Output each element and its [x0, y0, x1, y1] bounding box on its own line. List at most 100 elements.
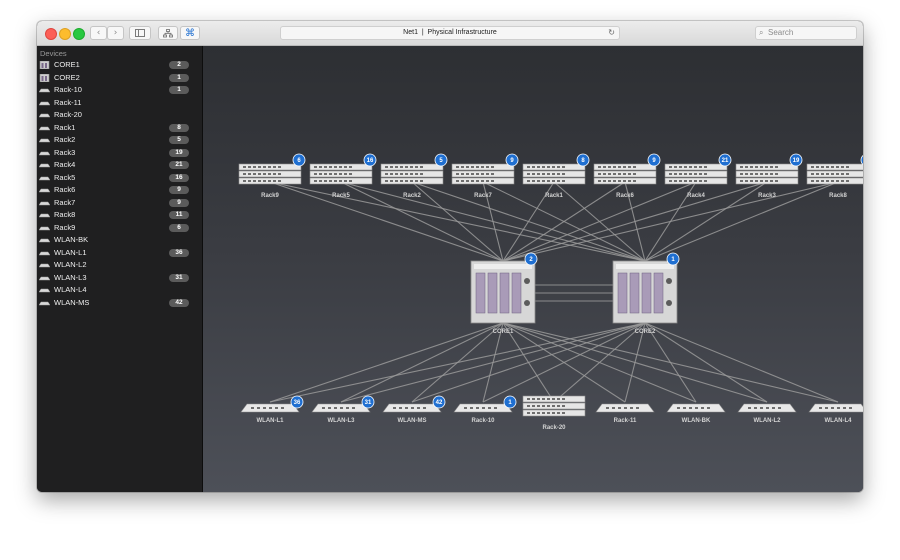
switch-port	[689, 180, 692, 182]
switch-port	[608, 173, 611, 175]
sidebar-toggle-button[interactable]	[129, 26, 151, 40]
search-field[interactable]: ⌕ Search	[755, 26, 857, 40]
switch-port	[775, 173, 778, 175]
node-wlan-l1[interactable]: WLAN-L1 36	[240, 395, 304, 424]
reload-icon[interactable]: ↻	[608, 27, 615, 39]
switch-port	[456, 180, 459, 182]
switch-port	[481, 180, 484, 182]
switch-port	[263, 180, 266, 182]
node-label: WLAN-L2	[754, 418, 782, 424]
command-view-button[interactable]: ⌘	[180, 26, 200, 40]
switch-port	[760, 407, 763, 409]
sidebar-item-wlan-l1[interactable]: WLAN-L1 36	[37, 247, 202, 259]
switch-port	[491, 166, 494, 168]
switch-port	[694, 173, 697, 175]
close-window-button[interactable]	[45, 28, 57, 40]
switch-port	[849, 407, 852, 409]
address-bar[interactable]: Net1 | Physical Infrastructure ↻	[280, 26, 620, 40]
sidebar-item-rack7[interactable]: Rack7 9	[37, 197, 202, 209]
switch-port	[395, 173, 398, 175]
sidebar-item-wlan-ms[interactable]: WLAN-MS 42	[37, 297, 202, 309]
switch-port	[405, 180, 408, 182]
switch-port	[471, 166, 474, 168]
switch-port	[253, 180, 256, 182]
switch-port	[393, 407, 396, 409]
topology-canvas[interactable]: Rack9 6 Rack5 16 Rack2 5 Rack7 9 Rack1 8 Rack6 9 Rac…	[203, 46, 863, 492]
sidebar-toggle-icon	[135, 29, 145, 37]
sidebar-item-rack9[interactable]: Rack9 6	[37, 222, 202, 234]
sidebar-item-rack4[interactable]: Rack4 21	[37, 159, 202, 171]
sidebar-item-rack5[interactable]: Rack5 16	[37, 172, 202, 184]
switch-port	[819, 407, 822, 409]
node-core2[interactable]: CORE21	[612, 252, 680, 335]
switch-port	[846, 173, 849, 175]
minimize-window-button[interactable]	[59, 28, 71, 40]
sidebar-item-wlan-l2[interactable]: WLAN-L2	[37, 259, 202, 271]
node-rack8[interactable]: Rack811	[806, 154, 863, 199]
node-rack9[interactable]: Rack96	[238, 153, 306, 199]
sidebar-item-label: Rack2	[54, 135, 76, 144]
node-rack-10[interactable]: Rack-101	[453, 395, 517, 424]
switch-port	[674, 173, 677, 175]
switch-port	[494, 407, 497, 409]
switch-port	[319, 173, 322, 175]
switch-icon	[39, 226, 50, 230]
sidebar-item-rack-10[interactable]: Rack-10 1	[37, 84, 202, 96]
switch-port	[740, 166, 743, 168]
switch-port	[339, 166, 342, 168]
sidebar-item-rack2[interactable]: Rack2 5	[37, 134, 202, 146]
switch-port	[689, 173, 692, 175]
node-rack7[interactable]: Rack79	[451, 153, 519, 199]
forward-button[interactable]: ›	[107, 26, 124, 40]
node-wlan-l2[interactable]: WLAN-L2	[737, 403, 797, 424]
sidebar-item-rack-20[interactable]: Rack-20	[37, 109, 202, 121]
sidebar-item-rack6[interactable]: Rack6 9	[37, 184, 202, 196]
switch-port	[636, 407, 639, 409]
switch-port	[248, 166, 251, 168]
switch-port	[562, 405, 565, 407]
switch-port	[324, 180, 327, 182]
node-wlan-bk[interactable]: WLAN-BK	[666, 403, 726, 424]
node-rack-20[interactable]: Rack-20	[522, 395, 586, 431]
node-rack6[interactable]: Rack69	[593, 153, 661, 199]
switch-port	[400, 173, 403, 175]
switch-port	[831, 180, 834, 182]
switch-port	[699, 180, 702, 182]
node-label: WLAN-MS	[398, 418, 427, 424]
sidebar-item-rack1[interactable]: Rack1 8	[37, 122, 202, 134]
switch-port	[552, 180, 555, 182]
switch-port	[268, 180, 271, 182]
node-wlan-l3[interactable]: WLAN-L3 31	[311, 395, 375, 424]
switch-port	[689, 166, 692, 168]
sidebar-item-core2[interactable]: CORE2 1	[37, 72, 202, 84]
topology-diagram: Rack96Rack516Rack25Rack79Rack18Rack69Rac…	[238, 153, 863, 431]
sidebar-item-core1[interactable]: CORE1 2	[37, 59, 202, 71]
sidebar-item-wlan-bk[interactable]: WLAN-BK	[37, 234, 202, 246]
switch-port	[831, 173, 834, 175]
sidebar-item-rack-11[interactable]: Rack-11	[37, 97, 202, 109]
switch-port	[765, 180, 768, 182]
switch-port	[344, 166, 347, 168]
sidebar-item-rack8[interactable]: Rack8 11	[37, 209, 202, 221]
sidebar-item-wlan-l3[interactable]: WLAN-L3 31	[37, 272, 202, 284]
switch-port	[618, 407, 621, 409]
node-wlan-l4[interactable]: WLAN-L4	[808, 403, 863, 424]
switch-port	[532, 166, 535, 168]
back-button[interactable]: ‹	[90, 26, 107, 40]
node-rack2[interactable]: Rack25	[380, 153, 448, 199]
node-rack4[interactable]: Rack4 21	[664, 153, 732, 199]
switch-port	[456, 173, 459, 175]
zoom-window-button[interactable]	[73, 28, 85, 40]
back-arrow-icon: ‹	[96, 28, 101, 38]
line-card	[653, 272, 664, 314]
node-core1[interactable]: CORE12	[470, 252, 538, 335]
sidebar-item-wlan-l4[interactable]: WLAN-L4	[37, 284, 202, 296]
node-rack3[interactable]: Rack3 19	[735, 153, 803, 199]
switch-port	[334, 166, 337, 168]
topology-view-button[interactable]	[158, 26, 178, 40]
title-bar: ‹ › ⌘ Net1 | Physical Infrastructure ↻ ⌕	[37, 21, 863, 46]
node-rack1[interactable]: Rack18	[522, 153, 590, 199]
switch-port	[562, 412, 565, 414]
sidebar-item-rack3[interactable]: Rack3 19	[37, 147, 202, 159]
node-rack-11[interactable]: Rack-11	[595, 403, 655, 424]
